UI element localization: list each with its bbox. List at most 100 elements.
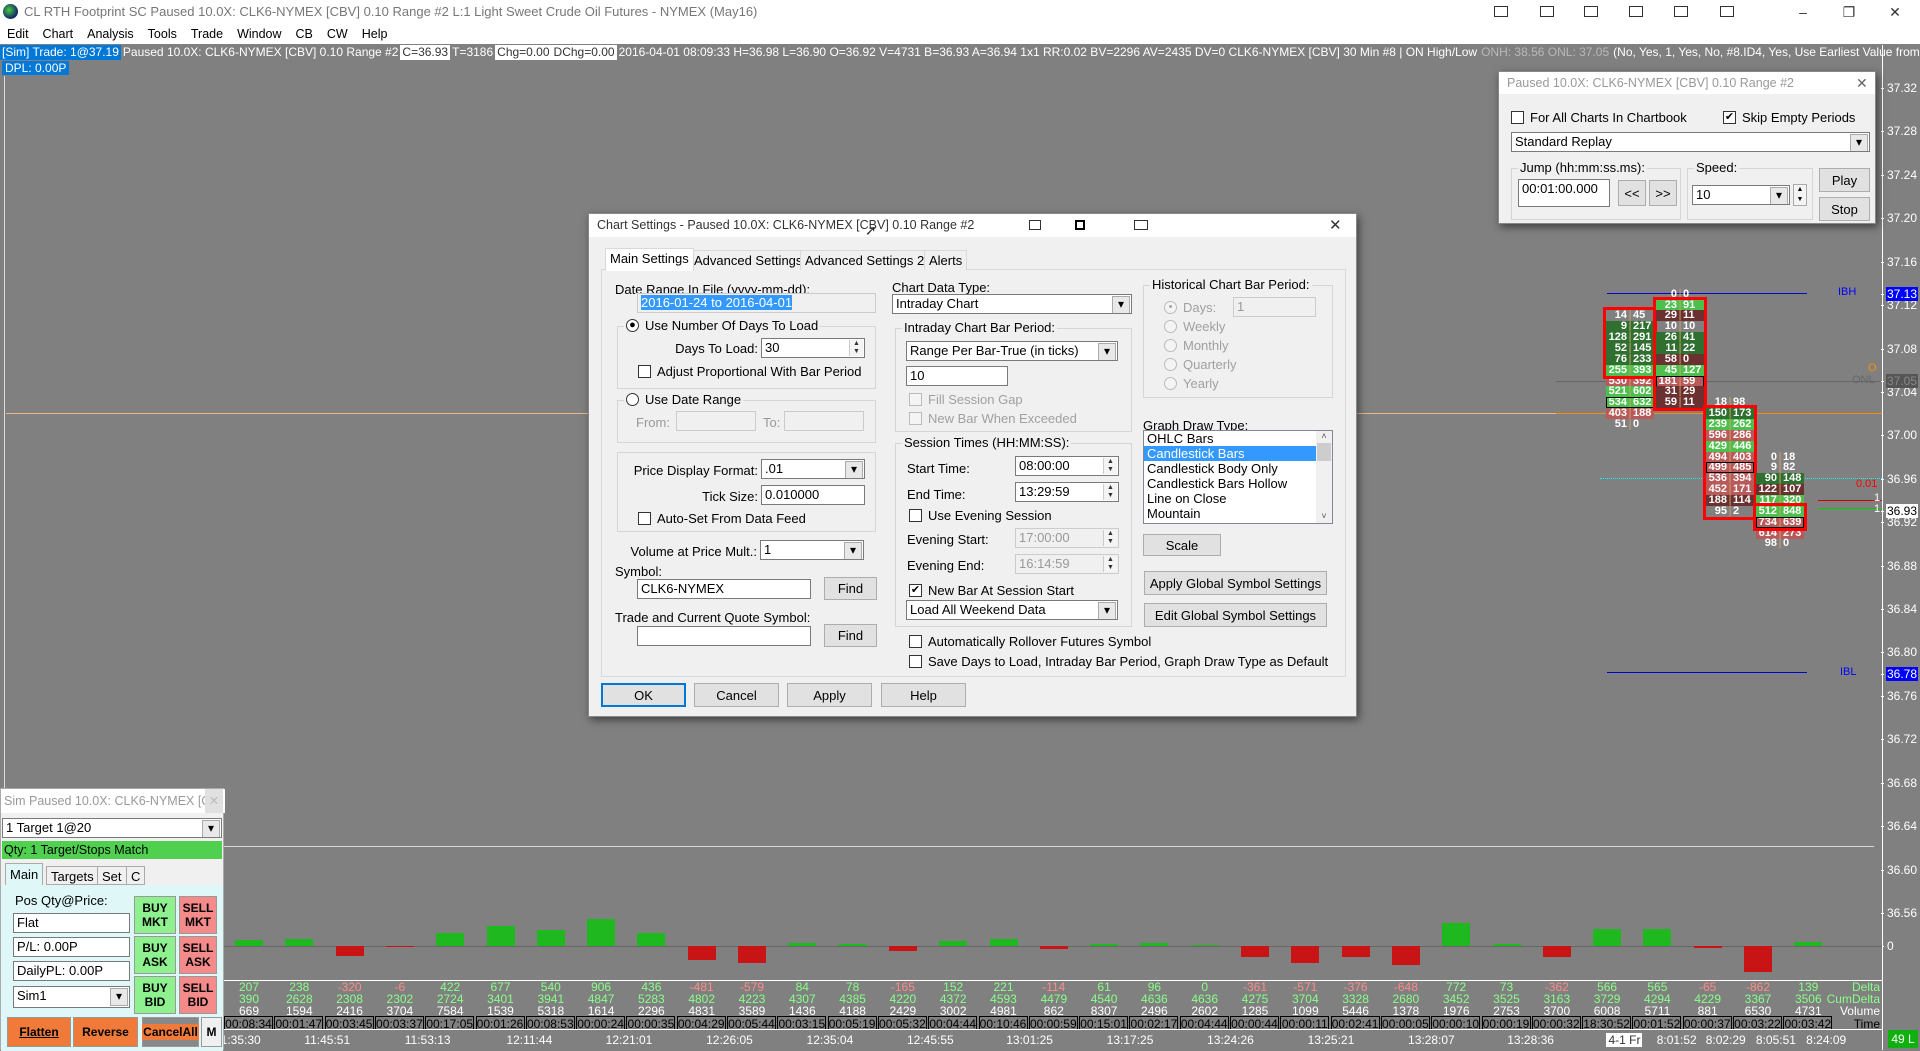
- close-icon[interactable]: ✕: [205, 789, 223, 813]
- replay-title-bar[interactable]: Paused 10.0X: CLK6-NYMEX [CBV] 0.10 Rang…: [1499, 72, 1875, 94]
- trade-symbol-input[interactable]: [637, 626, 811, 646]
- order-target-select[interactable]: 1 Target 1@20: [2, 818, 222, 838]
- save-default-checkbox[interactable]: Save Days to Load, Intraday Bar Period, …: [909, 654, 1328, 669]
- tab-main[interactable]: Main: [5, 863, 44, 885]
- window-icon[interactable]: [1674, 6, 1688, 17]
- draw-type-list[interactable]: OHLC Bars Candlestick Bars Candlestick B…: [1143, 430, 1333, 524]
- layout2-icon[interactable]: [1629, 6, 1643, 17]
- buy-bid-button[interactable]: BUY BID: [134, 976, 176, 1014]
- hist-days-radio[interactable]: • Days:: [1164, 300, 1216, 315]
- data-type-select[interactable]: Intraday Chart: [892, 294, 1132, 314]
- tab-alerts[interactable]: Alerts: [924, 250, 968, 270]
- menu-edit[interactable]: Edit: [0, 24, 36, 44]
- close-icon[interactable]: ✕: [1329, 214, 1342, 237]
- replay-mode-select[interactable]: Standard Replay: [1511, 132, 1870, 152]
- date-range-field[interactable]: 2016-01-24 to 2016-04-01: [637, 293, 876, 313]
- jump-forward-button[interactable]: >>: [1649, 180, 1677, 206]
- tick-size-input[interactable]: 0.010000: [761, 485, 865, 505]
- speed-select[interactable]: 10: [1692, 185, 1790, 205]
- minimize-icon[interactable]: –: [1780, 0, 1826, 24]
- weekend-data-select[interactable]: Load All Weekend Data: [906, 600, 1118, 620]
- cancel-all-button[interactable]: CancelAll: [142, 1017, 199, 1047]
- restore-icon[interactable]: ❐: [1826, 0, 1872, 24]
- m-button[interactable]: M: [201, 1017, 222, 1047]
- find-trade-symbol-button[interactable]: Find: [824, 624, 877, 647]
- chart-icon[interactable]: [1540, 6, 1554, 17]
- auto-set-checkbox[interactable]: Auto-Set From Data Feed: [638, 511, 806, 526]
- menu-tools[interactable]: Tools: [141, 24, 184, 44]
- hist-weekly-radio[interactable]: Weekly: [1164, 319, 1225, 334]
- find-symbol-button[interactable]: Find: [824, 577, 877, 600]
- reverse-button[interactable]: Reverse: [73, 1017, 138, 1047]
- tile-icon[interactable]: [1029, 220, 1041, 230]
- fill-session-gap-checkbox[interactable]: Fill Session Gap: [909, 392, 1023, 407]
- bar-period-input[interactable]: 10: [906, 366, 1008, 386]
- hist-days-input[interactable]: 1: [1233, 297, 1316, 317]
- jump-back-button[interactable]: <<: [1618, 180, 1646, 206]
- ok-button[interactable]: OK: [601, 683, 686, 707]
- edit-global-button[interactable]: Edit Global Symbol Settings: [1144, 603, 1327, 627]
- jump-input[interactable]: 00:01:00.000: [1518, 179, 1610, 207]
- tab-main-settings[interactable]: Main Settings: [605, 248, 694, 271]
- end-time-input[interactable]: 13:29:59 ▲ ▼: [1015, 482, 1119, 502]
- trade-window-title-bar[interactable]: Sim Paused 10.0X: CLK6-NYMEX [C... ✕: [1, 789, 225, 813]
- menu-chart[interactable]: Chart: [36, 24, 81, 44]
- close-icon[interactable]: ✕: [1872, 0, 1918, 24]
- tab-targets[interactable]: Targets: [46, 866, 99, 885]
- dialog-title-bar[interactable]: Chart Settings - Paused 10.0X: CLK6-NYME…: [589, 214, 1356, 238]
- sell-market-button[interactable]: SELL MKT: [179, 896, 217, 934]
- draw-type-hollow[interactable]: Candlestick Bars Hollow: [1144, 476, 1332, 491]
- all-charts-checkbox[interactable]: For All Charts In Chartbook: [1511, 110, 1687, 125]
- close-icon[interactable]: ✕: [1856, 72, 1868, 94]
- use-evening-session-checkbox[interactable]: Use Evening Session: [909, 508, 1052, 523]
- hist-yearly-radio[interactable]: Yearly: [1164, 376, 1219, 391]
- menu-trade[interactable]: Trade: [184, 24, 230, 44]
- use-date-range-radio[interactable]: Use Date Range: [624, 392, 744, 407]
- tab-c[interactable]: C: [126, 866, 146, 885]
- hist-quarterly-radio[interactable]: Quarterly: [1164, 357, 1236, 372]
- from-input[interactable]: [676, 411, 756, 431]
- play-button[interactable]: Play: [1819, 168, 1870, 192]
- adjust-proportional-checkbox[interactable]: Adjust Proportional With Bar Period: [638, 364, 861, 379]
- cancel-button[interactable]: Cancel: [694, 683, 779, 707]
- tab-advanced-settings-2[interactable]: Advanced Settings 2: [800, 250, 930, 270]
- apply-button[interactable]: Apply: [787, 683, 872, 707]
- stop-button[interactable]: Stop: [1819, 197, 1870, 221]
- buy-ask-button[interactable]: BUY ASK: [134, 936, 176, 974]
- to-input[interactable]: [784, 411, 864, 431]
- symbol-input[interactable]: CLK6-NYMEX: [637, 579, 811, 599]
- layout-icon[interactable]: [1584, 6, 1598, 17]
- rollover-checkbox[interactable]: Automatically Rollover Futures Symbol: [909, 634, 1151, 649]
- new-bar-session-checkbox[interactable]: ✔ New Bar At Session Start: [909, 583, 1074, 598]
- use-days-radio[interactable]: ● Use Number Of Days To Load: [624, 318, 821, 333]
- buy-market-button[interactable]: BUY MKT: [134, 896, 176, 934]
- vap-select[interactable]: 1: [760, 540, 864, 560]
- days-to-load-input[interactable]: 30 ▲ ▼: [761, 338, 865, 358]
- spinner-icon[interactable]: ▲ ▼: [1103, 556, 1117, 572]
- sell-ask-button[interactable]: SELL ASK: [179, 936, 217, 974]
- price-axis[interactable]: [1882, 45, 1920, 1050]
- apply-global-button[interactable]: Apply Global Symbol Settings: [1144, 571, 1327, 595]
- tile-icon[interactable]: [1494, 6, 1508, 17]
- skip-empty-checkbox[interactable]: ✔ Skip Empty Periods: [1723, 110, 1855, 125]
- bar-period-select[interactable]: Range Per Bar-True (in ticks): [906, 341, 1118, 361]
- draw-type-body-only[interactable]: Candlestick Body Only: [1144, 461, 1332, 476]
- spinner-icon[interactable]: ▲ ▼: [1103, 530, 1117, 546]
- menu-analysis[interactable]: Analysis: [80, 24, 141, 44]
- scale-button[interactable]: Scale: [1143, 534, 1221, 556]
- tab-advanced-settings[interactable]: Advanced Settings: [689, 250, 808, 270]
- flatten-button[interactable]: Flatten: [7, 1017, 71, 1047]
- layout-icon[interactable]: [1134, 220, 1148, 230]
- menu-help[interactable]: Help: [355, 24, 395, 44]
- menu-cw[interactable]: CW: [320, 24, 355, 44]
- spinner-icon[interactable]: ▲ ▼: [849, 340, 863, 356]
- tab-set[interactable]: Set: [97, 866, 127, 885]
- menu-cb[interactable]: CB: [289, 24, 320, 44]
- sell-bid-button[interactable]: SELL BID: [179, 976, 217, 1014]
- account-select[interactable]: Sim1: [13, 986, 130, 1008]
- draw-type-candlestick[interactable]: Candlestick Bars: [1144, 446, 1316, 461]
- start-time-input[interactable]: 08:00:00 ▲ ▼: [1015, 456, 1119, 476]
- help-button[interactable]: Help: [881, 683, 966, 707]
- draw-type-line[interactable]: Line on Close: [1144, 491, 1332, 506]
- draw-type-ohlc[interactable]: OHLC Bars: [1144, 431, 1332, 446]
